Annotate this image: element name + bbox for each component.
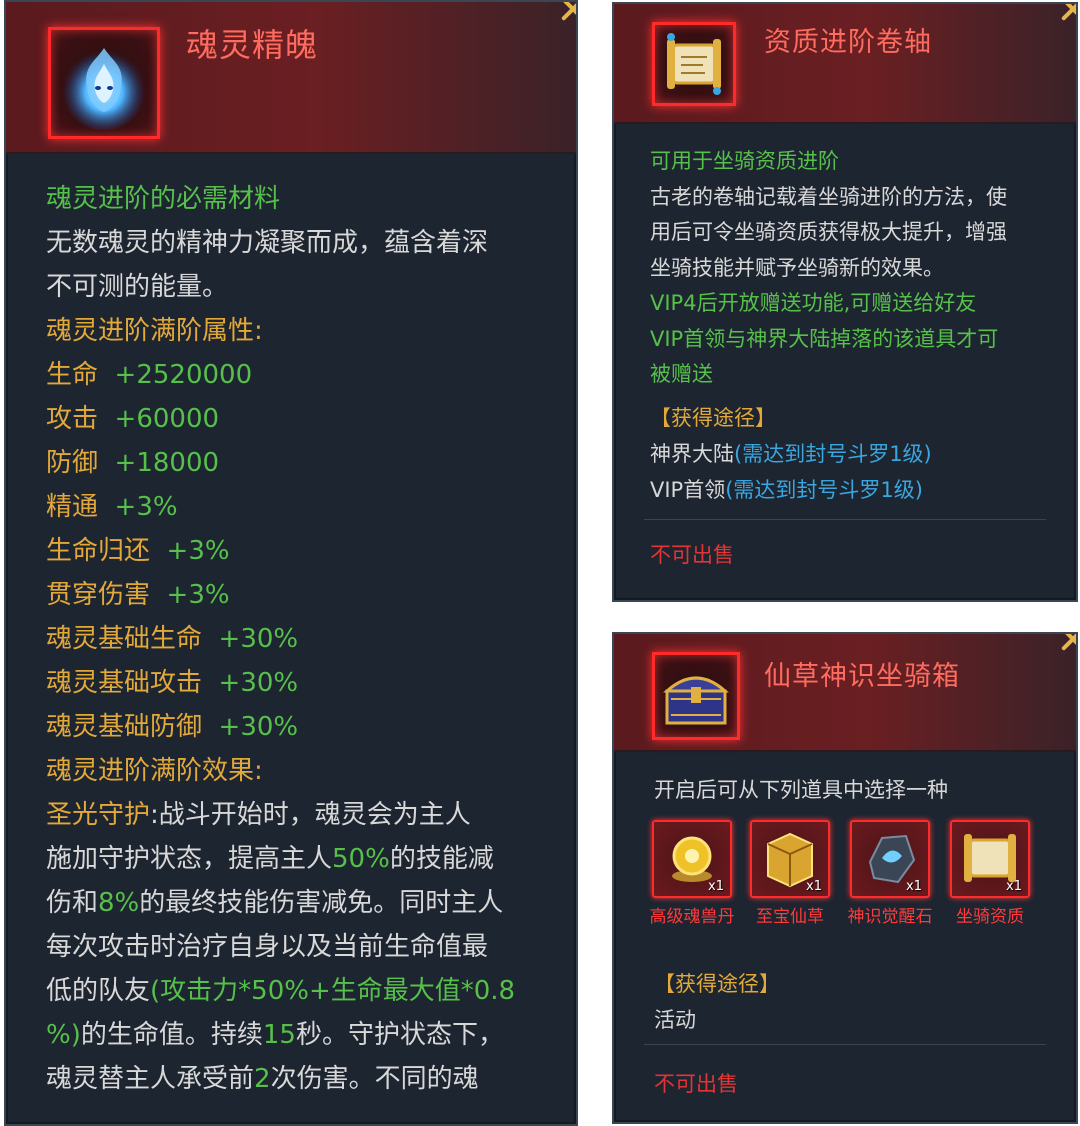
attr-row: 贯穿伤害 +3% [46, 580, 230, 610]
item-title: 仙草神识坐骑箱 [764, 661, 960, 692]
treasure-chest-icon [663, 676, 729, 725]
attr-row: 魂灵基础生命 +30% [46, 624, 299, 654]
vip-line: VIP首领与神界大陆掉落的该道具才可 [650, 326, 999, 351]
item-icon-frame [48, 27, 160, 139]
attr-row: 生命 +2520000 [46, 360, 253, 390]
item-icon-frame [652, 652, 740, 740]
source-row[interactable]: 神界大陆(需达到封号斗罗1级) [650, 436, 932, 472]
divider [644, 1044, 1046, 1045]
item-icon-frame [652, 22, 736, 106]
desc-line: 古老的卷轴记载着坐骑进阶的方法，使 [650, 184, 1007, 209]
source-section: 【获得途径】 神界大陆(需达到封号斗罗1级) VIP首领(需达到封号斗罗1级) [650, 400, 932, 508]
close-icon[interactable] [1060, 634, 1076, 652]
attr-row: 魂灵基础防御 +30% [46, 712, 299, 742]
reward-item-golden-scroll[interactable]: x1 [950, 820, 1030, 898]
desc-line: 无数魂灵的精神力凝聚而成，蕴含着深 [46, 228, 489, 258]
reward-item-label: 坐骑资质 [956, 907, 1024, 927]
source-row[interactable]: VIP首领(需达到封号斗罗1级) [650, 472, 932, 508]
close-icon[interactable] [560, 2, 576, 22]
item-tooltip-mount-chest: 仙草神识坐骑箱 开启后可从下列道具中选择一种 x1 x1 x1 x1 高级魂兽丹 [612, 632, 1078, 1124]
item-description: 可用于坐骑资质进阶 古老的卷轴记载着坐骑进阶的方法，使 用后可令坐骑资质获得极大… [650, 144, 1007, 393]
effect-line: 魂灵替主人承受前2次伤害。不同的魂 [46, 1064, 479, 1094]
source-section: 【获得途径】 活动 [654, 966, 780, 1038]
effect-line: %)的生命值。持续15秒。守护状态下， [46, 1020, 504, 1050]
desc-line: 不可测的能量。 [46, 272, 229, 302]
vip-line: 被赠送 [650, 362, 713, 386]
reward-item-label: 高级魂兽丹 [649, 907, 735, 927]
desc-line: 坐骑技能并赋予坐骑新的效果。 [650, 255, 944, 280]
desc-line: 用后可令坐骑资质获得极大提升，增强 [650, 220, 1007, 244]
reward-item-golden-box[interactable]: x1 [750, 820, 830, 898]
attr-row: 精通 +3% [46, 492, 178, 522]
source-heading: 【获得途径】 [650, 406, 776, 430]
item-tooltip-soul-essence: 魂灵精魄 魂灵进阶的必需材料 无数魂灵的精神力凝聚而成，蕴含着深 不可测的能量。… [4, 0, 578, 1126]
item-description: 魂灵进阶的必需材料 无数魂灵的精神力凝聚而成，蕴含着深 不可测的能量。 魂灵进阶… [46, 177, 515, 1101]
golden-scroll-icon [667, 33, 721, 95]
item-title: 资质进阶卷轴 [764, 27, 932, 58]
sell-status: 不可出售 [650, 543, 734, 567]
item-subtitle: 可用于坐骑资质进阶 [650, 149, 839, 173]
reward-item-golden-pill[interactable]: x1 [652, 820, 732, 898]
effect-line: 伤和8%的最终技能伤害减免。同时主人 [46, 888, 504, 918]
attr-row: 攻击 +60000 [46, 404, 220, 434]
effect-line: 施加守护状态，提高主人50%的技能减 [46, 844, 494, 874]
source-heading: 【获得途径】 [654, 972, 780, 996]
reward-item-label: 神识觉醒石 [847, 907, 933, 927]
attr-row: 防御 +18000 [46, 448, 220, 478]
attr-heading: 魂灵进阶满阶属性: [46, 316, 263, 346]
effect-line: 低的队友(攻击力*50%+生命最大值*0.8 [46, 976, 516, 1006]
blue-flame-spirit-icon [62, 46, 146, 130]
close-icon[interactable] [1060, 4, 1076, 22]
effect-line: 每次攻击时治疗自身以及当前生命值最 [46, 932, 489, 962]
item-tooltip-aptitude-scroll: 资质进阶卷轴 可用于坐骑资质进阶 古老的卷轴记载着坐骑进阶的方法，使 用后可令坐… [612, 2, 1078, 602]
item-description: 开启后可从下列道具中选择一种 [654, 778, 948, 802]
item-subtitle: 魂灵进阶的必需材料 [46, 184, 281, 214]
sell-status: 不可出售 [654, 1072, 738, 1096]
source-row[interactable]: 活动 [654, 1002, 780, 1038]
effect-line: 圣光守护:战斗开始时，魂灵会为主人 [46, 800, 471, 830]
effect-heading: 魂灵进阶满阶效果: [46, 756, 263, 786]
attr-row: 生命归还 +3% [46, 536, 230, 566]
reward-item-blue-stone[interactable]: x1 [850, 820, 930, 898]
item-title: 魂灵精魄 [186, 26, 319, 64]
vip-line: VIP4后开放赠送功能,可赠送给好友 [650, 291, 977, 315]
attr-row: 魂灵基础攻击 +30% [46, 668, 299, 698]
divider [644, 519, 1046, 520]
reward-item-label: 至宝仙草 [756, 907, 824, 927]
